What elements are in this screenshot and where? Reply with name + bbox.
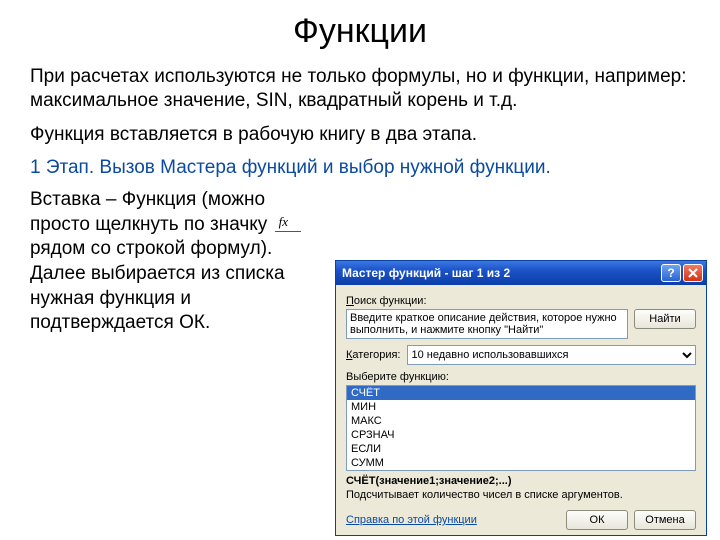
category-select[interactable]: 10 недавно использовавшихся bbox=[407, 345, 697, 365]
category-label: Категория: bbox=[346, 349, 401, 361]
instructions-part-a: Вставка – Функция (можно просто щелкнуть… bbox=[30, 189, 267, 235]
list-item[interactable]: СЧЁТ bbox=[347, 386, 695, 400]
stage-1-heading: 1 Этап. Вызов Мастера функций и выбор ну… bbox=[30, 156, 690, 180]
intro-paragraph-2: Функция вставляется в рабочую книгу в дв… bbox=[30, 123, 690, 147]
titlebar[interactable]: Мастер функций - шаг 1 из 2 ? bbox=[336, 261, 706, 285]
fx-icon bbox=[275, 218, 301, 232]
list-item[interactable]: МИН bbox=[347, 400, 695, 414]
function-wizard-dialog: Мастер функций - шаг 1 из 2 ? Поиск функ… bbox=[335, 260, 707, 536]
help-button[interactable]: ? bbox=[661, 264, 681, 282]
function-list-label: Выберите функцию: bbox=[346, 371, 696, 383]
find-button[interactable]: Найти bbox=[634, 309, 696, 329]
search-input[interactable]: Введите краткое описание действия, котор… bbox=[346, 309, 628, 339]
intro-paragraph-1: При расчетах используются не только форм… bbox=[30, 65, 690, 113]
list-item[interactable]: ЕСЛИ bbox=[347, 442, 695, 456]
ok-button[interactable]: ОК bbox=[566, 510, 628, 530]
list-item[interactable]: СРЗНАЧ bbox=[347, 428, 695, 442]
search-label: Поиск функции: bbox=[346, 295, 696, 307]
dialog-title: Мастер функций - шаг 1 из 2 bbox=[342, 266, 659, 280]
instructions-text: Вставка – Функция (можно просто щелкнуть… bbox=[30, 188, 325, 336]
cancel-button[interactable]: Отмена bbox=[634, 510, 696, 530]
list-item[interactable]: ГИПЕРССЫЛКА bbox=[347, 470, 695, 471]
help-link[interactable]: Справка по этой функции bbox=[346, 514, 477, 526]
function-signature: СЧЁТ(значение1;значение2;...) bbox=[346, 475, 696, 487]
close-button[interactable] bbox=[683, 264, 703, 282]
function-listbox[interactable]: СЧЁТ МИН МАКС СРЗНАЧ ЕСЛИ СУММ ГИПЕРССЫЛ… bbox=[346, 385, 696, 471]
close-icon bbox=[688, 268, 698, 278]
function-description: Подсчитывает количество чисел в списке а… bbox=[346, 489, 696, 502]
slide-title: Функции bbox=[30, 12, 690, 51]
list-item[interactable]: МАКС bbox=[347, 414, 695, 428]
list-item[interactable]: СУММ bbox=[347, 456, 695, 470]
instructions-part-b: рядом со строкой формул). Далее выбирает… bbox=[30, 238, 285, 333]
